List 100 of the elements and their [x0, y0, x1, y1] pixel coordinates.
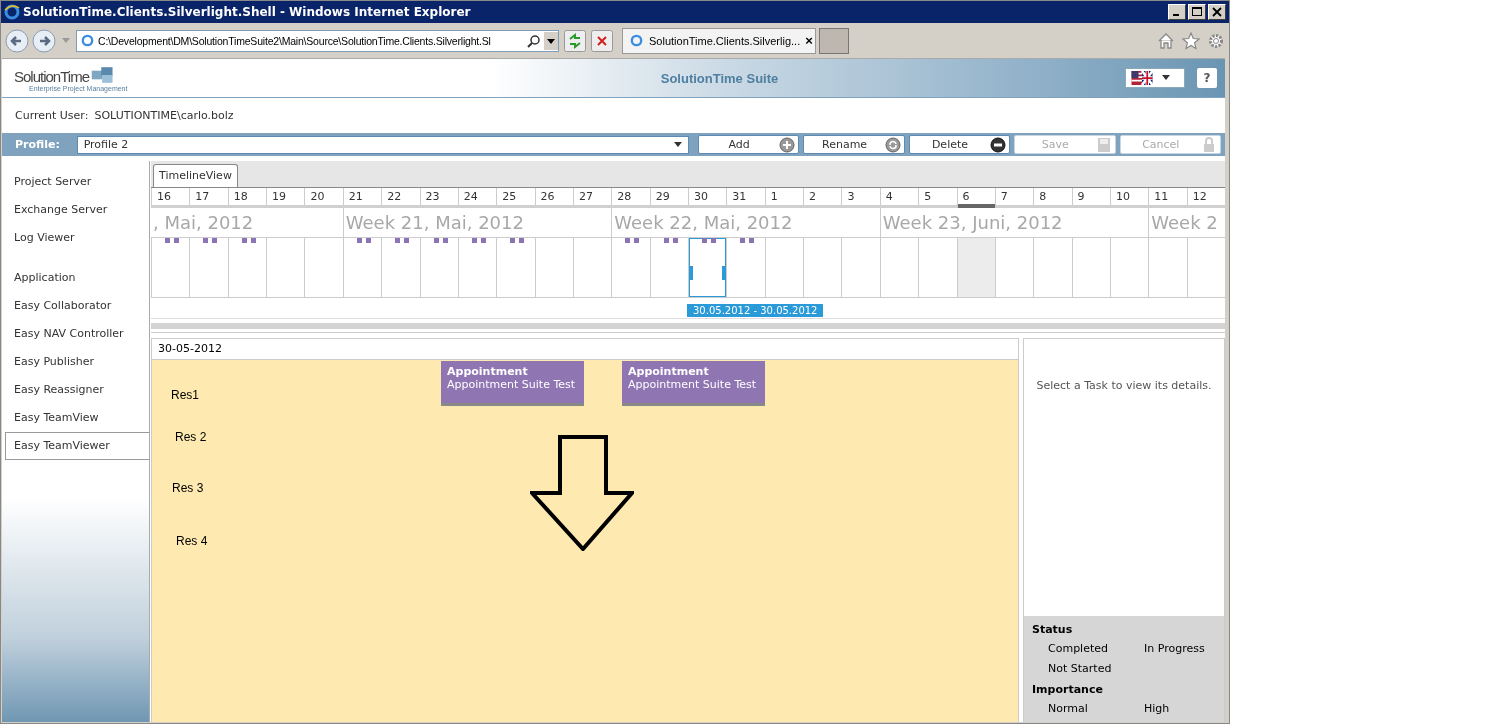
stop-icon[interactable] [591, 29, 613, 52]
event-marker [356, 238, 371, 243]
browser-logo-icon [4, 4, 20, 20]
appointment-title: Appointment [447, 365, 529, 378]
day-label: 2 [803, 188, 842, 205]
details-message: Select a Task to view its details. [1035, 379, 1213, 392]
day-label: 17 [189, 188, 228, 205]
profile-dropdown[interactable]: Profile 2 [76, 135, 689, 154]
user-name: SOLUTIONTIME\carlo.bolz [94, 109, 234, 122]
timeline-scrollbar[interactable] [151, 323, 1225, 329]
sidebar-item[interactable]: Application [2, 264, 149, 292]
minus-circle-icon [990, 136, 1007, 153]
close-icon[interactable] [1208, 4, 1226, 20]
day-label: 29 [649, 188, 688, 205]
flag-icon [1130, 71, 1154, 85]
day-label: 11 [1148, 188, 1187, 205]
minimize-icon[interactable] [1168, 4, 1186, 20]
window-title: SolutionTime.Clients.Silverlight.Shell - Windows Internet Explorer [23, 5, 472, 19]
sidebar-item[interactable]: Easy Collaborator [2, 292, 149, 320]
event-marker [395, 238, 410, 243]
appointment-card[interactable]: Appointment Appointment Suite Test [441, 361, 584, 406]
resource-label: Res 4 [176, 534, 208, 549]
help-button[interactable]: ? [1197, 68, 1217, 88]
day-label: 31 [726, 188, 765, 205]
sidebar-item[interactable]: Project Server [2, 168, 149, 196]
sidebar-item[interactable]: Easy TeamView [2, 404, 149, 432]
event-marker [740, 238, 755, 243]
day-label: 8 [1033, 188, 1072, 205]
address-field[interactable]: C:\Development\DM\SolutionTimeSuite2\Main\Source\SolutionTime.Clients.Silverlight.Sl [76, 29, 559, 52]
resource-label: Res 2 [175, 430, 208, 445]
day-label: 4 [879, 188, 919, 205]
day-label: 5 [918, 188, 957, 205]
legend-item: Completed [1048, 642, 1109, 657]
day-label: 27 [572, 188, 612, 205]
date-range-label: 30.05.2012 - 30.05.2012 [687, 304, 824, 317]
dropdown-caret-icon[interactable] [544, 31, 558, 50]
sidebar-item[interactable]: Easy Publisher [2, 348, 149, 376]
appointment-subtitle: Appointment Suite Test [447, 378, 577, 391]
day-label: 20 [304, 188, 343, 205]
star-icon[interactable] [1182, 31, 1200, 50]
plus-circle-icon [779, 136, 796, 153]
day-label: 28 [611, 188, 650, 205]
profile-action-button[interactable]: Add [697, 135, 800, 154]
day-label: 3 [841, 188, 880, 205]
caret-icon[interactable] [62, 37, 70, 44]
padlock-icon [1201, 136, 1217, 153]
browser-tab[interactable]: SolutionTime.Clients.Silverlig... × [622, 27, 816, 54]
legend-title: Status [1032, 622, 1074, 638]
day-label: 18 [227, 188, 267, 205]
sidebar-item[interactable]: Easy Reassigner [2, 376, 149, 404]
day-label: 21 [342, 188, 382, 205]
refresh-icon[interactable] [564, 29, 586, 52]
legend-title: Importance [1032, 682, 1104, 698]
resource-label: Res1 [171, 388, 200, 403]
home-icon[interactable] [1157, 31, 1175, 50]
sidebar-item[interactable]: Easy NAV Controller [2, 320, 149, 348]
puzzle-logo-icon [90, 64, 116, 85]
event-marker [663, 238, 678, 243]
profile-action-button[interactable]: Delete [908, 135, 1011, 154]
user-label: Current User: [15, 109, 89, 122]
event-marker [510, 238, 525, 243]
day-label: 26 [534, 188, 573, 205]
legend-item: Not Started [1048, 662, 1113, 677]
day-column[interactable] [688, 238, 727, 297]
logo-text: SolutionTime [14, 67, 89, 85]
appointment-title: Appointment [628, 365, 710, 378]
day-label: 23 [419, 188, 458, 205]
day-label: 9 [1071, 188, 1110, 205]
week-label: Week 21, Mai, 2012 [343, 212, 526, 234]
day-label: 19 [266, 188, 305, 205]
appointment-card[interactable]: Appointment Appointment Suite Test [622, 361, 765, 406]
event-marker [203, 238, 218, 243]
day-label: 22 [381, 188, 420, 205]
profile-label: Profile: [14, 138, 61, 151]
day-label: 12 [1186, 188, 1225, 205]
day-label: 30 [688, 188, 727, 205]
day-label: 6 [956, 188, 995, 208]
event-marker [702, 238, 716, 243]
language-dropdown[interactable] [1125, 68, 1185, 88]
dropdown-caret-icon [1162, 75, 1170, 81]
legend-item: Normal [1048, 702, 1089, 717]
app-title: SolutionTime Suite [659, 70, 780, 86]
sidebar-item[interactable]: Exchange Server [2, 196, 149, 224]
sidebar-item[interactable]: Easy TeamViewer [5, 432, 149, 460]
day-label: 7 [994, 188, 1034, 205]
new-tab-button[interactable] [819, 27, 849, 54]
search-icon[interactable] [527, 33, 541, 48]
maximize-icon[interactable] [1188, 4, 1206, 20]
resource-label: Res 3 [172, 481, 205, 496]
day-label: 24 [457, 188, 497, 205]
settings-icon[interactable] [1207, 31, 1225, 50]
back-icon[interactable] [5, 28, 29, 53]
event-marker [625, 238, 640, 243]
sidebar-item[interactable]: Log Viewer [2, 224, 149, 252]
tab[interactable]: TimelineView [153, 164, 238, 187]
legend-item: In Progress [1144, 642, 1206, 657]
dropdown-caret-icon [673, 141, 682, 148]
forward-icon[interactable] [32, 28, 56, 53]
event-marker [433, 238, 448, 243]
profile-action-button[interactable]: Rename [803, 135, 905, 154]
